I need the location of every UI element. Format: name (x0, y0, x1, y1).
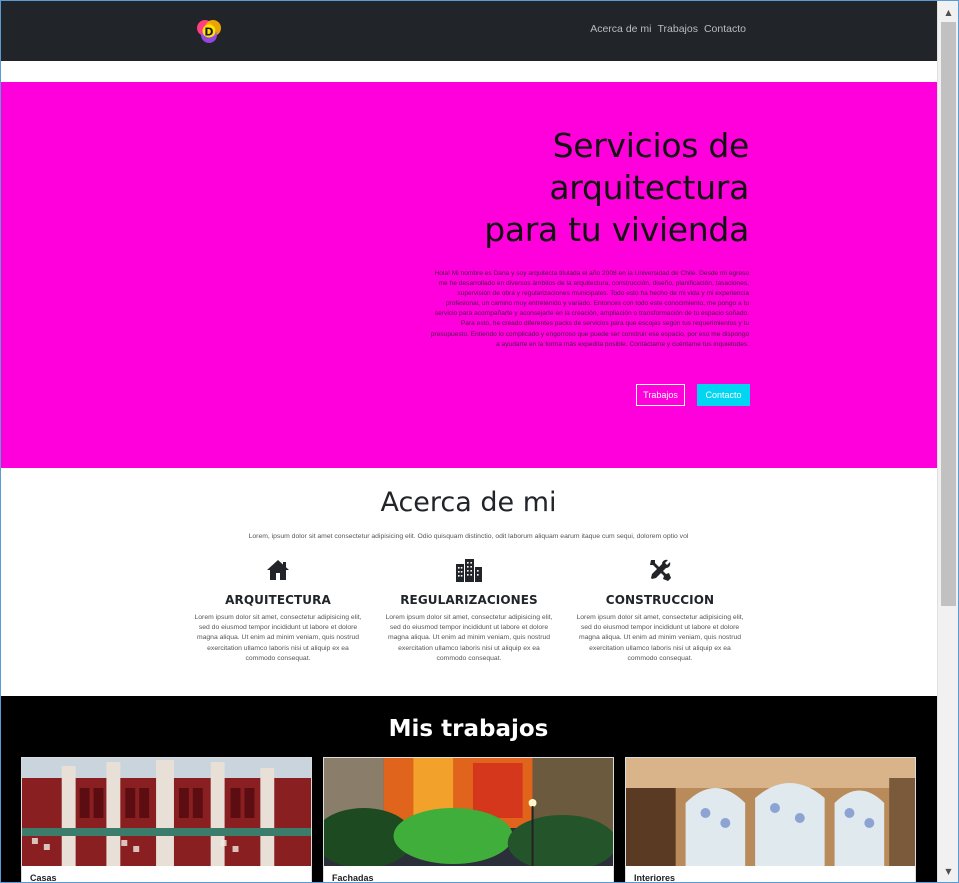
work-card-casas[interactable]: Casas (21, 757, 312, 883)
vertical-scrollbar[interactable]: ▲ ▼ (937, 0, 959, 883)
hero-title-line-3: para tu vivienda (484, 210, 749, 249)
hero-title-line-2: arquitectura (549, 168, 749, 207)
logo-icon[interactable]: D (196, 18, 222, 44)
service-construccion: CONSTRUCCION Lorem ipsum dolor sit amet,… (570, 556, 750, 664)
service-regularizaciones: REGULARIZACIONES Lorem ipsum dolor sit a… (379, 556, 559, 664)
casas-image (22, 758, 311, 866)
contacto-button[interactable]: Contacto (697, 384, 750, 406)
service-description: Lorem ipsum dolor sit amet, consectetur … (576, 614, 744, 662)
home-icon (267, 560, 289, 580)
card-caption: Interiores (634, 873, 676, 883)
page: D Acerca de mi Trabajos Contacto Servici… (0, 0, 937, 883)
works-section: Mis trabajos Casas Fachadas Interiores (0, 696, 937, 883)
nav-link-acerca[interactable]: Acerca de mi (590, 23, 651, 35)
fachadas-image (324, 758, 613, 866)
service-title: CONSTRUCCION (605, 593, 715, 607)
work-card-interiores[interactable]: Interiores (625, 757, 916, 883)
about-subtitle: Lorem, ipsum dolor sit amet consectetur … (248, 533, 689, 540)
card-caption: Fachadas (332, 873, 374, 883)
nav-links: Acerca de mi Trabajos Contacto (590, 23, 746, 35)
about-title: Acerca de mi (380, 487, 557, 518)
hero-title: Servicios de arquitectura para tu vivien… (349, 125, 749, 251)
hero-description: Hola! Mi nombre es Dana y soy arquitecta… (430, 270, 749, 348)
card-caption: Casas (30, 873, 57, 883)
navbar: D Acerca de mi Trabajos Contacto (0, 0, 937, 61)
service-description: Lorem ipsum dolor sit amet, consectetur … (194, 614, 362, 662)
svg-text:D: D (204, 26, 213, 39)
scroll-down-arrow-icon[interactable]: ▼ (938, 861, 959, 881)
works-title: Mis trabajos (388, 716, 549, 742)
hero-section: Servicios de arquitectura para tu vivien… (0, 82, 937, 468)
work-card-fachadas[interactable]: Fachadas (323, 757, 614, 883)
nav-link-contacto[interactable]: Contacto (704, 23, 746, 35)
nav-link-trabajos[interactable]: Trabajos (658, 23, 698, 35)
city-icon (456, 559, 482, 582)
scrollbar-thumb[interactable] (941, 22, 956, 606)
service-description: Lorem ipsum dolor sit amet, consectetur … (385, 614, 553, 662)
service-title: ARQUITECTURA (225, 593, 331, 607)
trabajos-button[interactable]: Trabajos (636, 384, 685, 406)
service-arquitectura: ARQUITECTURA Lorem ipsum dolor sit amet,… (188, 556, 368, 664)
scroll-up-arrow-icon[interactable]: ▲ (938, 2, 959, 22)
tools-icon (650, 559, 671, 581)
service-title: REGULARIZACIONES (400, 593, 538, 607)
hero-title-line-1: Servicios de (552, 126, 750, 165)
interiores-image (626, 758, 915, 866)
